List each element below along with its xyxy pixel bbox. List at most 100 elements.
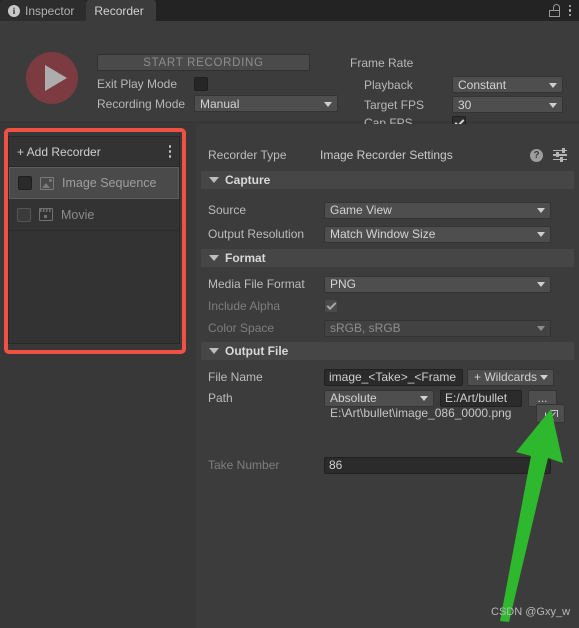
chevron-down-icon bbox=[420, 396, 428, 401]
exit-play-mode-checkbox[interactable] bbox=[194, 77, 208, 91]
take-number-input[interactable]: 86 bbox=[324, 456, 551, 474]
section-header-capture-label: Capture bbox=[225, 173, 271, 187]
recorder-item-image-sequence[interactable]: Image Sequence bbox=[9, 167, 179, 199]
path-mode-dropdown[interactable]: Absolute bbox=[324, 389, 434, 407]
source-dropdown[interactable]: Game View bbox=[324, 201, 551, 219]
target-fps-row: Target FPS 30 bbox=[364, 96, 563, 113]
preset-settings-icon[interactable] bbox=[553, 148, 567, 162]
add-recorder-button[interactable]: + Add Recorder bbox=[9, 137, 179, 167]
window-tab-bar-actions bbox=[548, 0, 579, 21]
add-recorder-label: + Add Recorder bbox=[17, 144, 101, 159]
file-name-label: File Name bbox=[208, 370, 263, 384]
media-file-format-row: Media File Format PNG bbox=[196, 275, 551, 293]
chevron-down-icon bbox=[209, 348, 219, 354]
recorder-list-panel: + Add Recorder Image Sequence Movie bbox=[8, 136, 180, 344]
chevron-down-icon bbox=[209, 255, 219, 261]
recording-mode-row: Recording Mode Manual bbox=[97, 95, 338, 112]
chevron-down-icon bbox=[209, 177, 219, 183]
source-value: Game View bbox=[330, 203, 392, 217]
tab-recorder[interactable]: Recorder bbox=[86, 0, 156, 21]
section-header-capture[interactable]: Capture bbox=[201, 171, 574, 189]
media-file-format-value: PNG bbox=[330, 277, 357, 291]
target-fps-value: 30 bbox=[458, 97, 472, 112]
target-fps-dropdown[interactable]: 30 bbox=[452, 96, 563, 113]
path-row: Path Absolute E:/Art/bullet ... bbox=[196, 389, 557, 407]
chevron-down-icon bbox=[537, 208, 545, 213]
wildcards-dropdown[interactable]: + Wildcards bbox=[467, 368, 555, 386]
playback-dropdown[interactable]: Constant bbox=[452, 76, 563, 93]
output-resolution-row: Output Resolution Match Window Size bbox=[196, 225, 551, 243]
recorder-settings-panel: Recorder Type Image Recorder Settings ? … bbox=[196, 124, 579, 628]
chevron-down-icon bbox=[537, 326, 545, 331]
source-row: Source Game View bbox=[196, 201, 551, 219]
file-name-value: image_<Take>_<Frame bbox=[329, 370, 457, 384]
playback-label: Playback bbox=[364, 77, 413, 92]
output-resolution-label: Output Resolution bbox=[208, 227, 305, 241]
kebab-menu-icon[interactable] bbox=[168, 145, 171, 158]
color-space-row: Color Space sRGB, sRGB bbox=[196, 319, 551, 337]
wildcards-label: + Wildcards bbox=[474, 370, 538, 384]
recorder-controls-panel: START RECORDING Exit Play Mode Recording… bbox=[0, 21, 579, 130]
section-header-format[interactable]: Format bbox=[201, 249, 574, 267]
tab-inspector[interactable]: i Inspector bbox=[0, 0, 87, 21]
info-icon: i bbox=[8, 4, 20, 17]
recorder-enable-checkbox[interactable] bbox=[18, 176, 32, 190]
help-icon[interactable]: ? bbox=[530, 148, 543, 162]
take-number-row: Take Number 86 bbox=[196, 456, 551, 474]
image-icon bbox=[40, 176, 54, 190]
recording-mode-label: Recording Mode bbox=[97, 96, 186, 111]
lock-icon[interactable] bbox=[548, 4, 560, 17]
chevron-down-icon bbox=[540, 375, 549, 380]
kebab-menu-icon[interactable] bbox=[568, 4, 571, 17]
play-triangle bbox=[44, 65, 67, 91]
tab-recorder-label: Recorder bbox=[94, 3, 144, 18]
recorder-enable-checkbox[interactable] bbox=[17, 207, 31, 222]
open-external-button[interactable] bbox=[536, 404, 565, 423]
target-fps-label: Target FPS bbox=[364, 97, 425, 112]
path-preview-text: E:\Art\bullet\image_086_0000.png bbox=[330, 406, 512, 420]
source-label: Source bbox=[208, 203, 247, 217]
include-alpha-row: Include Alpha bbox=[196, 297, 338, 315]
section-header-output-file[interactable]: Output File bbox=[201, 342, 574, 360]
file-name-input[interactable]: image_<Take>_<Frame bbox=[324, 368, 463, 386]
chevron-down-icon bbox=[549, 102, 557, 108]
media-file-format-label: Media File Format bbox=[208, 277, 305, 291]
watermark-text: CSDN @Gxy_w bbox=[491, 606, 571, 618]
recorder-item-label: Movie bbox=[61, 207, 95, 222]
file-name-row: File Name image_<Take>_<Frame + Wildcard… bbox=[196, 368, 555, 386]
color-space-label: Color Space bbox=[208, 321, 275, 335]
film-icon bbox=[39, 208, 53, 221]
recording-mode-value: Manual bbox=[200, 96, 240, 111]
output-resolution-value: Match Window Size bbox=[330, 227, 436, 241]
take-number-value: 86 bbox=[329, 458, 343, 472]
play-icon[interactable] bbox=[26, 52, 78, 104]
chevron-down-icon bbox=[324, 101, 332, 107]
section-header-format-label: Format bbox=[225, 251, 266, 265]
chevron-down-icon bbox=[537, 282, 545, 287]
output-resolution-dropdown[interactable]: Match Window Size bbox=[324, 225, 551, 243]
settings-header-actions: ? bbox=[530, 148, 579, 162]
recorder-type-label: Recorder Type bbox=[208, 148, 287, 162]
color-space-dropdown[interactable]: sRGB, sRGB bbox=[324, 319, 551, 337]
exit-play-mode-label: Exit Play Mode bbox=[97, 77, 178, 91]
playback-row: Playback Constant bbox=[364, 76, 563, 93]
include-alpha-checkbox[interactable] bbox=[324, 299, 338, 313]
recorder-type-row: Recorder Type Image Recorder Settings ? bbox=[196, 144, 579, 166]
recorder-type-value: Image Recorder Settings bbox=[320, 148, 453, 162]
open-external-icon bbox=[545, 410, 558, 420]
include-alpha-label: Include Alpha bbox=[208, 299, 281, 313]
recording-mode-dropdown[interactable]: Manual bbox=[194, 95, 338, 112]
section-header-output-file-label: Output File bbox=[225, 344, 289, 358]
chevron-down-icon bbox=[549, 82, 557, 88]
recorder-item-movie[interactable]: Movie bbox=[9, 199, 179, 231]
exit-play-mode-row: Exit Play Mode bbox=[97, 77, 208, 91]
media-file-format-dropdown[interactable]: PNG bbox=[324, 275, 551, 293]
path-input[interactable]: E:/Art/bullet bbox=[440, 389, 522, 407]
window-tab-bar: i Inspector Recorder bbox=[0, 0, 579, 21]
start-recording-button[interactable]: START RECORDING bbox=[97, 54, 310, 71]
unity-recorder-window: i Inspector Recorder START RECORDING Exi… bbox=[0, 0, 579, 628]
path-mode-value: Absolute bbox=[330, 391, 377, 405]
start-recording-label: START RECORDING bbox=[143, 56, 264, 69]
path-label: Path bbox=[208, 391, 233, 405]
tab-inspector-label: Inspector bbox=[25, 3, 75, 18]
